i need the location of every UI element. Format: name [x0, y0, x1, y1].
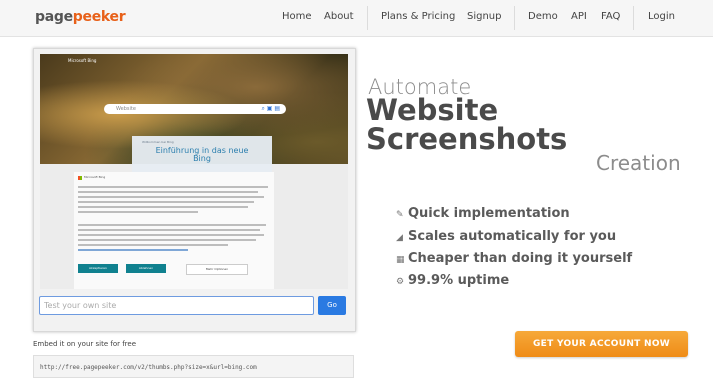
nav-api-link[interactable]: API — [571, 11, 587, 22]
thumbnail-search-bar: Website ⌕ ▣ ▤ — [104, 104, 286, 114]
headline-creation: Creation — [596, 151, 681, 175]
embed-label: Embed it on your site for free — [33, 340, 137, 348]
get-account-button[interactable]: GET YOUR ACCOUNT NOW — [515, 331, 688, 357]
thumbnail-consent-brand: Microsoft Bing — [84, 175, 106, 179]
nav-signup-link[interactable]: Signup — [467, 11, 502, 22]
pagepeeker-logo[interactable]: pagepeeker — [35, 9, 126, 25]
microsoft-logo-icon — [78, 176, 82, 180]
headline-screenshots: Screenshots — [366, 122, 568, 156]
top-navigation-bar: pagepeeker Home About Plans & Pricing Si… — [0, 0, 713, 37]
thumbnail-text-line — [78, 196, 264, 198]
bing-logo: Microsoft Bing — [68, 58, 97, 63]
scale-icon: ◢ — [396, 233, 403, 243]
thumbnail-card-kicker: Willkommen bei Bing — [142, 140, 174, 144]
uptime-icon: ⚙ — [396, 277, 405, 287]
embed-code-box[interactable]: http://free.pagepeeker.com/v2/thumbs.php… — [33, 355, 354, 378]
pencil-icon: ✎ — [396, 210, 404, 220]
thumbnail-search-icons: ⌕ ▣ ▤ — [261, 105, 280, 112]
thumbnail-text-line — [78, 201, 254, 203]
thumbnail-more-options-button: Mehr Optionen — [186, 264, 248, 275]
thumbnail-text-line — [78, 211, 198, 213]
thumbnail-search-placeholder: Website — [116, 106, 136, 112]
nav-login-link[interactable]: Login — [648, 11, 675, 22]
embed-code-text[interactable]: http://free.pagepeeker.com/v2/thumbs.php… — [40, 364, 257, 371]
feature-cheaper: ▦ Cheaper than doing it yourself — [396, 251, 632, 266]
thumbnail-consent-dialog: Microsoft Bing Akzeptieren Ablehnen Mehr… — [74, 172, 274, 289]
thumbnail-intro-card: Willkommen bei Bing Einführung in das ne… — [132, 136, 272, 176]
grid-icon: ▦ — [396, 255, 405, 265]
thumbnail-link-line — [78, 249, 188, 251]
test-site-input[interactable] — [39, 296, 314, 315]
feature-scales-automatically: ◢ Scales automatically for you — [396, 229, 616, 244]
feature-uptime: ⚙ 99.9% uptime — [396, 273, 509, 288]
thumbnail-text-line — [78, 186, 268, 188]
thumbnail-card-title: Einführung in das neue Bing — [132, 147, 272, 163]
thumbnail-text-line — [78, 234, 264, 236]
thumbnail-accept-button: Akzeptieren — [78, 264, 118, 273]
website-thumbnail: Microsoft Bing Website ⌕ ▣ ▤ Willkommen … — [40, 54, 348, 289]
thumbnail-text-line — [78, 191, 258, 193]
feature-text: 99.9% uptime — [408, 273, 510, 288]
feature-text: Quick implementation — [408, 206, 570, 221]
thumbnail-text-line — [78, 224, 266, 226]
feature-text: Cheaper than doing it yourself — [408, 251, 633, 266]
thumbnail-text-line — [78, 229, 260, 231]
logo-text-page: page — [35, 9, 73, 25]
nav-about-link[interactable]: About — [324, 11, 354, 22]
thumbnail-reject-button: Ablehnen — [126, 264, 166, 273]
nav-home-link[interactable]: Home — [282, 11, 312, 22]
thumbnail-text-line — [78, 206, 248, 208]
feature-quick-implementation: ✎ Quick implementation — [396, 206, 570, 221]
logo-text-peeker: peeker — [72, 9, 126, 25]
go-button[interactable]: Go — [318, 296, 346, 315]
thumbnail-card-title-line2: Bing — [193, 154, 211, 163]
nav-divider — [514, 6, 515, 30]
thumbnail-text-line — [78, 239, 256, 241]
screenshot-preview-panel: Microsoft Bing Website ⌕ ▣ ▤ Willkommen … — [33, 48, 356, 332]
nav-divider — [367, 6, 368, 30]
feature-text: Scales automatically for you — [408, 229, 617, 244]
nav-plans-pricing-link[interactable]: Plans & Pricing — [381, 11, 455, 22]
nav-demo-link[interactable]: Demo — [528, 11, 558, 22]
nav-divider — [633, 6, 634, 30]
thumbnail-text-line — [78, 244, 228, 246]
nav-faq-link[interactable]: FAQ — [601, 11, 620, 22]
